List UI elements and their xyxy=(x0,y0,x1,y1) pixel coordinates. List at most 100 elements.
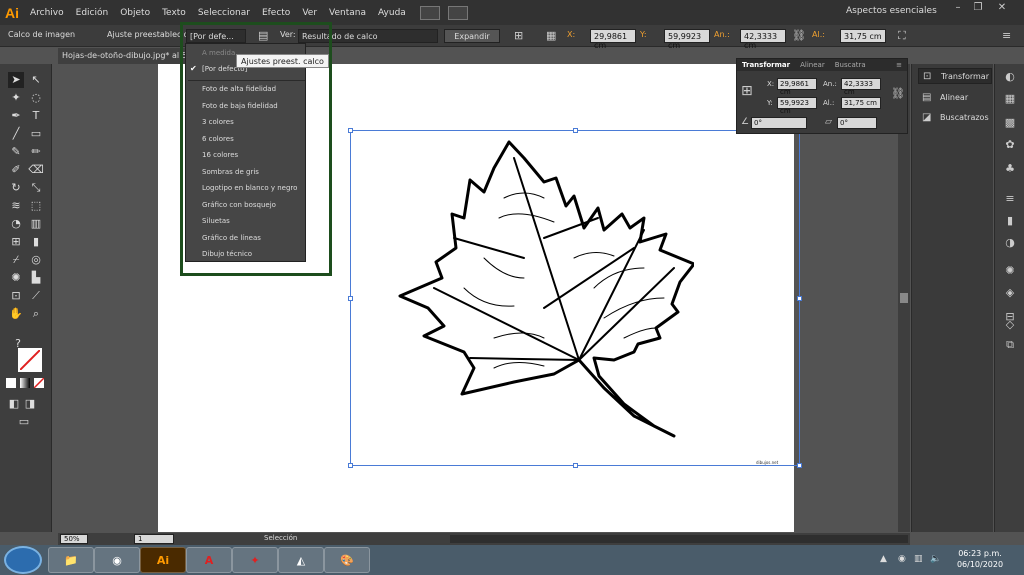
transform-tab-buscatra[interactable]: Buscatra xyxy=(830,61,871,69)
eyedropper-tool-icon[interactable]: ⌿ xyxy=(8,252,24,268)
warp-tool-icon[interactable]: ≋ xyxy=(8,198,24,214)
appearance-icon[interactable]: ✺ xyxy=(1002,264,1018,280)
swatches-icon[interactable]: ▩ xyxy=(1002,116,1018,132)
blend-tool-icon[interactable]: ◎ xyxy=(28,252,44,268)
transparency-icon[interactable]: ◑ xyxy=(1002,236,1018,252)
network-icon[interactable]: ▥ xyxy=(914,554,923,564)
rotate-tool-icon[interactable]: ↻ xyxy=(8,180,24,196)
reference-point-grid-icon[interactable]: ▦ xyxy=(546,29,556,42)
handle-bottom-right[interactable] xyxy=(797,463,802,468)
draw-mode-icon[interactable]: ◧ xyxy=(6,396,22,412)
chrome-icon[interactable]: ◉ xyxy=(94,547,140,573)
perspective-grid-tool-icon[interactable]: ▥ xyxy=(28,216,44,232)
eraser-tool-icon[interactable]: ⌫ xyxy=(28,162,44,178)
horizontal-scrollbar[interactable] xyxy=(450,535,908,543)
close-icon[interactable]: ✕ xyxy=(994,2,1010,16)
symbols-icon[interactable]: ♣ xyxy=(1002,162,1018,178)
maple-leaf-app-icon[interactable]: ✦ xyxy=(232,547,278,573)
panel-tab-buscatrazos[interactable]: ◪ Buscatrazos xyxy=(918,110,992,126)
height-field[interactable]: 31,75 cm xyxy=(840,29,886,43)
tray-expand-icon[interactable]: ▲ xyxy=(880,554,887,564)
menu-texto[interactable]: Texto xyxy=(156,8,192,18)
restore-icon[interactable]: ❐ xyxy=(970,2,986,16)
color-mode-icon[interactable] xyxy=(6,378,16,388)
brushes-icon[interactable]: ✿ xyxy=(1002,138,1018,154)
transform-h-field[interactable]: 31,75 cm xyxy=(841,97,881,109)
handle-bottom-center[interactable] xyxy=(573,463,578,468)
graphic-styles-icon[interactable]: ◈ xyxy=(1002,286,1018,302)
slice-tool-icon[interactable]: ⟋ xyxy=(28,288,44,304)
transform-panel-menu-icon[interactable]: ≡ xyxy=(891,61,907,69)
gradient-mode-icon[interactable] xyxy=(20,378,30,388)
tray-app-icon[interactable]: ◉ xyxy=(898,554,906,564)
arrange-documents-icon[interactable] xyxy=(447,5,468,20)
handle-middle-left[interactable] xyxy=(348,296,353,301)
transform-tab-alinear[interactable]: Alinear xyxy=(795,61,830,69)
menu-ayuda[interactable]: Ayuda xyxy=(372,8,412,18)
paint-icon[interactable]: 🎨 xyxy=(324,547,370,573)
pencil-tool-icon[interactable]: ✏ xyxy=(28,144,44,160)
artboard-navigator[interactable]: 1 xyxy=(134,534,174,544)
scale-tool-icon[interactable]: ⤡ xyxy=(28,180,44,196)
transform-icon[interactable]: ⛶ xyxy=(898,29,906,43)
none-mode-icon[interactable] xyxy=(34,378,44,388)
gradient-tool-icon[interactable]: ▮ xyxy=(28,234,44,250)
type-tool-icon[interactable]: T xyxy=(28,108,44,124)
y-field[interactable]: 59,9923 cm xyxy=(664,29,710,50)
autocad-icon[interactable]: A xyxy=(186,547,232,573)
blob-brush-tool-icon[interactable]: ✐ xyxy=(8,162,24,178)
line-tool-icon[interactable]: ╱ xyxy=(8,126,24,142)
volume-icon[interactable]: 🔈 xyxy=(930,554,941,564)
free-transform-tool-icon[interactable]: ⬚ xyxy=(28,198,44,214)
zoom-field[interactable]: 50% xyxy=(60,534,88,544)
rotate-field[interactable]: 0° xyxy=(751,117,807,129)
transform-y-field[interactable]: 59,9923 cm xyxy=(777,97,817,115)
zoom-tool-icon[interactable]: ⌕ xyxy=(28,306,44,322)
paintbrush-tool-icon[interactable]: ✎ xyxy=(8,144,24,160)
color-guide-icon[interactable]: ▦ xyxy=(1002,92,1018,108)
artboards-icon[interactable]: ◇ xyxy=(1002,318,1018,334)
taskbar-clock[interactable]: 06:23 p.m. 06/10/2020 xyxy=(950,548,1010,570)
bridge-icon[interactable] xyxy=(419,5,440,20)
menu-edicion[interactable]: Edición xyxy=(70,8,115,18)
links-icon[interactable]: ⧉ xyxy=(1002,338,1018,354)
width-field[interactable]: 42,3333 cm xyxy=(740,29,786,50)
transform-x-field[interactable]: 29,9861 cm xyxy=(777,78,817,96)
screen-mode-icon[interactable]: ▭ xyxy=(16,414,32,430)
start-button[interactable] xyxy=(4,546,42,574)
file-explorer-icon[interactable]: 📁 xyxy=(48,547,94,573)
menu-ver[interactable]: Ver xyxy=(296,8,323,18)
shape-builder-tool-icon[interactable]: ◔ xyxy=(8,216,24,232)
constrain-proportions-icon[interactable]: ⛓ xyxy=(891,87,905,100)
handle-top-left[interactable] xyxy=(348,128,353,133)
menu-objeto[interactable]: Objeto xyxy=(114,8,156,18)
selection-tool-icon[interactable]: ➤ xyxy=(8,72,24,88)
gradient-panel-icon[interactable]: ▮ xyxy=(1002,214,1018,230)
menu-efecto[interactable]: Efecto xyxy=(256,8,296,18)
handle-top-center[interactable] xyxy=(573,128,578,133)
column-graph-tool-icon[interactable]: ▙ xyxy=(28,270,44,286)
draw-inside-icon[interactable]: ◨ xyxy=(22,396,38,412)
inkscape-icon[interactable]: ◭ xyxy=(278,547,324,573)
panel-tab-alinear[interactable]: ▤ Alinear xyxy=(918,90,992,106)
rectangle-tool-icon[interactable]: ▭ xyxy=(28,126,44,142)
stroke-icon[interactable]: ≡ xyxy=(1002,192,1018,208)
menu-seleccionar[interactable]: Seleccionar xyxy=(192,8,256,18)
vertical-scroll-thumb[interactable] xyxy=(900,293,908,303)
expand-button[interactable]: Expandir xyxy=(444,29,500,43)
color-panel-icon[interactable]: ◐ xyxy=(1002,70,1018,86)
direct-selection-tool-icon[interactable]: ↖ xyxy=(28,72,44,88)
fill-stroke-swatch-icon[interactable] xyxy=(18,348,42,372)
handle-middle-right[interactable] xyxy=(797,296,802,301)
reference-point-icon[interactable]: ⊞ xyxy=(514,29,523,42)
handle-bottom-left[interactable] xyxy=(348,463,353,468)
vertical-scrollbar[interactable] xyxy=(898,64,910,532)
hand-tool-icon[interactable]: ✋ xyxy=(8,306,24,322)
symbol-sprayer-tool-icon[interactable]: ✺ xyxy=(8,270,24,286)
menu-archivo[interactable]: Archivo xyxy=(24,8,70,18)
pen-tool-icon[interactable]: ✒ xyxy=(8,108,24,124)
lasso-tool-icon[interactable]: ◌ xyxy=(28,90,44,106)
artboard-tool-icon[interactable]: ⊡ xyxy=(8,288,24,304)
transform-w-field[interactable]: 42,3333 cm xyxy=(841,78,881,96)
minimize-icon[interactable]: – xyxy=(950,2,966,16)
